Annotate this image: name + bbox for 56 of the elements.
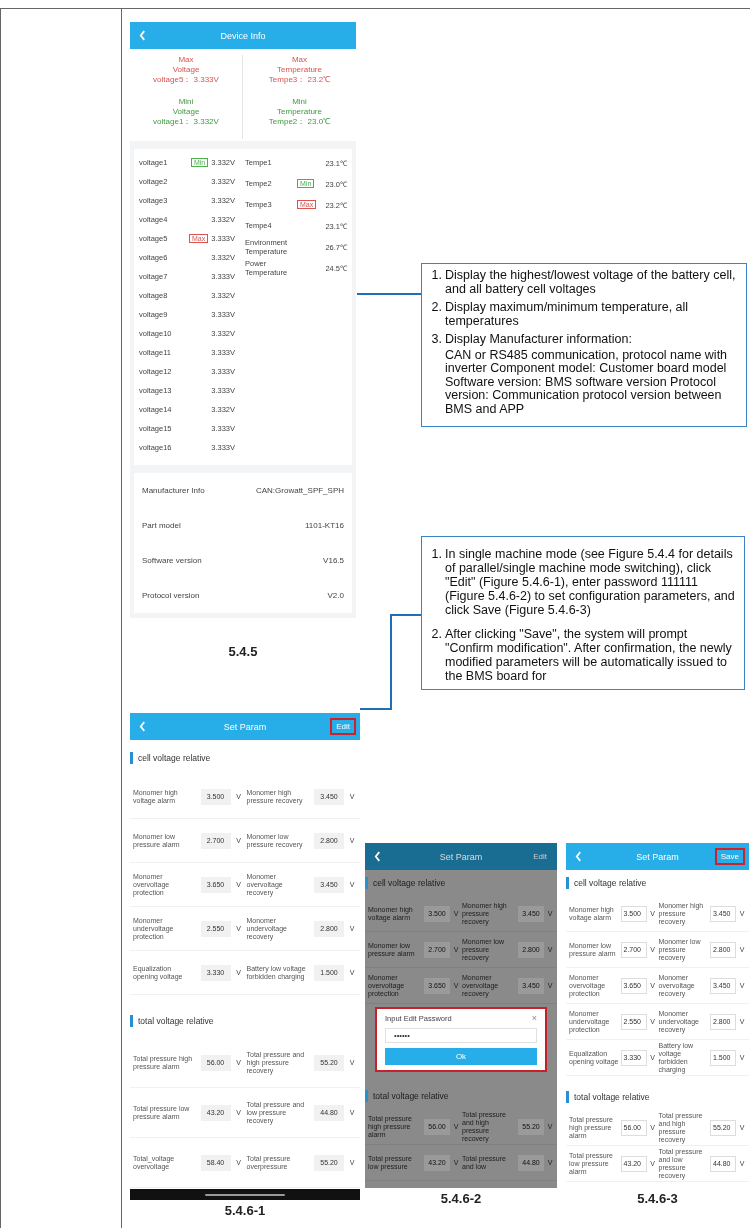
figure-caption: 5.4.6-3 xyxy=(637,1191,678,1206)
screen-title: Set Param xyxy=(636,851,679,862)
summary-quantity: Voltage xyxy=(172,65,200,75)
item-number: 1. xyxy=(430,547,442,563)
info-label: Part model xyxy=(142,521,181,530)
section-marker xyxy=(130,751,133,764)
section-title: cell voltage relative xyxy=(373,878,446,888)
summary-quantity: Temperature xyxy=(277,107,322,117)
section-title: cell voltage relative xyxy=(138,752,211,763)
summary-quantity: Temperature xyxy=(277,65,322,75)
section-title: total voltage relative xyxy=(574,1092,650,1102)
summary-reading: voltage1： 3.332V xyxy=(153,117,219,127)
summary-reading: voltage5： 3.333V xyxy=(153,75,219,85)
info-value: V2.0 xyxy=(327,591,344,600)
leader-line xyxy=(356,293,422,295)
summary-label: Mini xyxy=(178,97,194,107)
section-title: total voltage relative xyxy=(138,1015,214,1026)
back-icon[interactable] xyxy=(139,721,146,732)
back-icon[interactable] xyxy=(139,30,146,41)
info-value: 1101-KT16 xyxy=(305,521,344,530)
section-marker xyxy=(365,877,368,889)
info-label: Manufacturer Info xyxy=(142,486,205,495)
back-icon[interactable] xyxy=(374,851,381,862)
item-number: 3. xyxy=(430,333,442,347)
screen-title: Set Param xyxy=(439,851,483,862)
item-number: 2. xyxy=(430,627,442,643)
item-number: 1. xyxy=(430,269,442,284)
info-label: Protocol version xyxy=(142,591,200,600)
screen-title: Set Param xyxy=(223,721,267,732)
section-title: cell voltage relative xyxy=(574,878,647,888)
section-marker xyxy=(130,1014,133,1027)
section-title: total voltage relative xyxy=(373,1091,449,1101)
item-detail: CAN or RS485 communication, protocol name with inverter Component model: Customer board model Software version: BMS software version Protocol version: Communication protocol version between BMS and APP xyxy=(445,348,729,416)
section-marker xyxy=(566,877,569,889)
back-icon[interactable] xyxy=(575,851,582,862)
item-text: Display the highest/lowest voltage of the battery cell, and all battery cell voltages xyxy=(445,269,737,296)
info-value: V16.5 xyxy=(323,556,344,565)
summary-quantity: Voltage xyxy=(172,107,200,117)
item-number: 2. xyxy=(430,301,442,316)
figure-caption: 5.4.6-2 xyxy=(440,1191,482,1206)
summary-reading: Tempe2： 23.0℃ xyxy=(268,117,331,127)
figure-caption: 5.4.5 xyxy=(227,644,259,659)
screen-title: Device Info xyxy=(220,30,266,41)
summary-label: Max xyxy=(291,55,308,65)
section-marker xyxy=(365,1090,368,1102)
info-label: Software version xyxy=(142,556,202,565)
item-text: Display Manufacturer information: xyxy=(445,333,633,347)
summary-reading: Tempe3： 23.2℃ xyxy=(268,75,331,85)
summary-label: Max xyxy=(178,55,194,65)
section-marker xyxy=(566,1091,569,1103)
item-text: Display maximum/minimum temperature, all temperatures xyxy=(445,301,690,328)
summary-label: Mini xyxy=(292,97,307,107)
item-text: After clicking "Save", the system will prompt "Confirm modification". After confirmation, the newly modified parameters will be automatically issued to the BMS board for xyxy=(445,627,733,683)
item-text: In single machine mode (see Figure 5.4.4 for details of parallel/single machine mode switching), click "Edit" (Figure 5.4.6-1), enter password 111111 (Figure 5.4.6-2) to set configuration parameters, and click Save (Figure 5.4.6-3) xyxy=(445,547,736,617)
info-value: CAN:Growatt_SPF_SPH xyxy=(255,486,344,495)
figure-caption: 5.4.6-1 xyxy=(223,1203,267,1218)
